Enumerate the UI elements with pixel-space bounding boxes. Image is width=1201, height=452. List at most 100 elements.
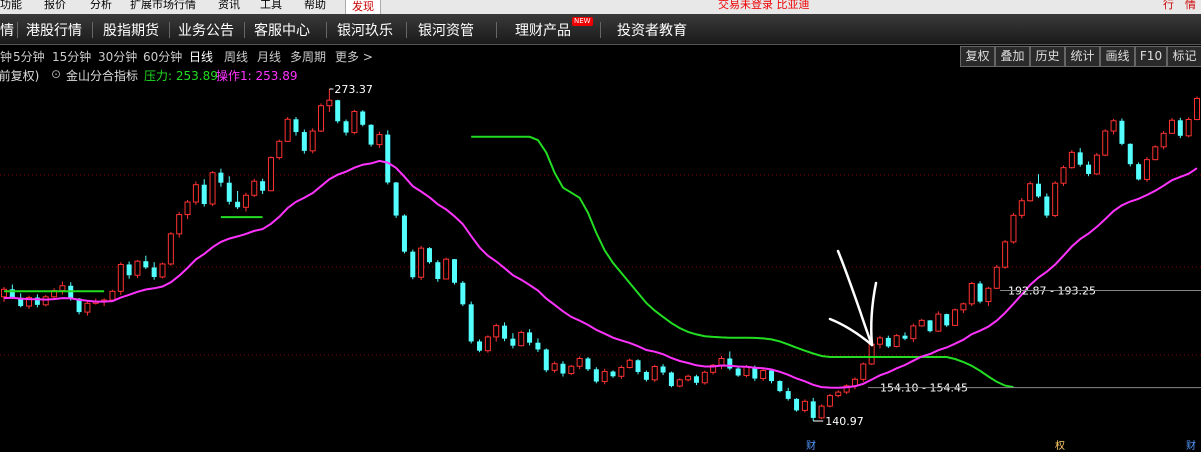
menu-item-tools[interactable]: 工具 bbox=[260, 0, 282, 12]
right-button-1[interactable]: 行 bbox=[1163, 0, 1174, 12]
arrow-head-left bbox=[828, 317, 874, 347]
candle-body bbox=[944, 314, 950, 326]
period-5min[interactable]: 5分钟 bbox=[13, 48, 45, 65]
candle-body bbox=[1052, 182, 1059, 217]
nav-separator bbox=[496, 22, 497, 38]
candle-body bbox=[685, 375, 692, 381]
candle-body bbox=[527, 332, 533, 343]
candle-body bbox=[284, 118, 291, 142]
bottom-mark-3: 财 bbox=[1186, 439, 1196, 452]
nav-separator bbox=[600, 22, 601, 38]
candle-body bbox=[601, 371, 608, 383]
menu-item-function[interactable]: 功能 bbox=[0, 0, 22, 12]
period-minute[interactable]: 钟 bbox=[0, 48, 12, 65]
login-status[interactable]: 交易未登录 比亚迪 bbox=[718, 0, 810, 12]
candle-body bbox=[109, 290, 116, 301]
nav-item-customer-service[interactable]: 客服中心 bbox=[254, 20, 310, 40]
nav-item-investor-education[interactable]: 投资者教育 bbox=[617, 20, 687, 40]
period-daily[interactable]: 日线 bbox=[189, 48, 213, 65]
candle-body bbox=[1110, 120, 1117, 132]
candle-body bbox=[651, 366, 658, 381]
candle-body bbox=[551, 363, 558, 371]
candle-body bbox=[952, 309, 959, 326]
candle-body bbox=[410, 251, 416, 278]
candle-body bbox=[418, 247, 425, 278]
nav-item-index-futures[interactable]: 股指期货 bbox=[103, 20, 159, 40]
nav-bar: 情 港股行情 股指期货 业务公告 客服中心 银河玖乐 银河资管 理财产品 NEW… bbox=[0, 14, 1201, 45]
candle-body bbox=[235, 201, 241, 208]
candle-body bbox=[1152, 146, 1159, 161]
candle-body bbox=[826, 395, 833, 407]
adjust-button[interactable]: 复权 bbox=[960, 46, 995, 67]
menu-item-info[interactable]: 资讯 bbox=[218, 0, 240, 12]
period-monthly[interactable]: 月线 bbox=[257, 48, 281, 65]
candle-body bbox=[535, 342, 541, 350]
nav-item-announcements[interactable]: 业务公告 bbox=[178, 20, 234, 40]
candle-body bbox=[735, 368, 741, 376]
period-more[interactable]: 更多 > bbox=[335, 48, 373, 65]
menu-item-extended-market[interactable]: 扩展市场行情 bbox=[130, 0, 196, 12]
nav-item-asset-management[interactable]: 银河资管 bbox=[418, 20, 474, 40]
candle-body bbox=[1136, 164, 1142, 180]
candle-body bbox=[351, 110, 358, 134]
candle-body bbox=[885, 337, 891, 347]
period-weekly[interactable]: 周线 bbox=[224, 48, 248, 65]
overlay-button[interactable]: 叠加 bbox=[995, 46, 1030, 67]
candle-body bbox=[335, 100, 341, 122]
menu-item-help[interactable]: 帮助 bbox=[304, 0, 326, 12]
candle-body bbox=[1185, 119, 1192, 137]
candle-body bbox=[117, 263, 124, 292]
candle-body bbox=[810, 401, 816, 418]
menu-item-discover[interactable]: 发现 bbox=[345, 0, 381, 14]
candle-body bbox=[1160, 132, 1167, 148]
draw-line-button[interactable]: 画线 bbox=[1100, 46, 1135, 67]
right-button-2[interactable]: 情 bbox=[1185, 0, 1196, 12]
period-multi[interactable]: 多周期 bbox=[290, 48, 326, 65]
candle-body bbox=[309, 130, 316, 152]
candle-body bbox=[1018, 200, 1025, 216]
candle-body bbox=[1086, 164, 1092, 174]
settings-icon[interactable]: ⊙ bbox=[51, 67, 61, 81]
menu-item-analysis[interactable]: 分析 bbox=[90, 0, 112, 12]
statistics-button[interactable]: 统计 bbox=[1065, 46, 1100, 67]
period-30min[interactable]: 30分钟 bbox=[98, 48, 137, 65]
nav-item-hk-stocks[interactable]: 港股行情 bbox=[26, 20, 82, 40]
candle-body bbox=[876, 337, 883, 345]
f10-button[interactable]: F10 bbox=[1135, 46, 1167, 67]
candle-body bbox=[184, 201, 191, 216]
candle-body bbox=[260, 181, 266, 191]
candle-body bbox=[426, 248, 432, 263]
candle-body bbox=[59, 285, 66, 292]
period-60min[interactable]: 60分钟 bbox=[143, 48, 182, 65]
candle-body bbox=[727, 358, 733, 369]
candle-body bbox=[510, 338, 516, 346]
candle-body bbox=[760, 370, 767, 380]
nav-item-wealth-products[interactable]: 理财产品 bbox=[515, 20, 571, 40]
menu-item-quote[interactable]: 报价 bbox=[44, 0, 66, 12]
history-button[interactable]: 历史 bbox=[1030, 46, 1065, 67]
candle-body bbox=[1035, 183, 1041, 197]
candle-body bbox=[477, 341, 483, 351]
pressure-line bbox=[471, 135, 1014, 389]
candle-body bbox=[593, 369, 599, 382]
candle-body bbox=[568, 365, 575, 375]
candle-body bbox=[385, 134, 391, 183]
candle-body bbox=[360, 111, 366, 125]
candle-body bbox=[1168, 119, 1175, 134]
candle-body bbox=[143, 261, 149, 268]
mark-button[interactable]: 标记 bbox=[1167, 46, 1201, 67]
candle-body bbox=[635, 360, 641, 373]
nav-item-market[interactable]: 情 bbox=[0, 20, 14, 40]
kline-chart[interactable]: 273.37 140.97 154.10 - 154.45 192.87 - 1… bbox=[0, 83, 1201, 452]
candle-body bbox=[376, 134, 383, 146]
candle-body bbox=[151, 267, 157, 277]
candle-body bbox=[676, 379, 683, 387]
indicator-name[interactable]: 金山分合指标 bbox=[66, 67, 138, 84]
nav-item-yinhe-joy[interactable]: 银河玖乐 bbox=[337, 20, 393, 40]
candle-body bbox=[218, 172, 224, 183]
period-15min[interactable]: 15分钟 bbox=[52, 48, 91, 65]
candle-body bbox=[84, 302, 91, 313]
pressure-value: 压力: 253.89 bbox=[144, 69, 218, 83]
candle-body bbox=[318, 105, 325, 132]
candle-body bbox=[1102, 130, 1109, 156]
